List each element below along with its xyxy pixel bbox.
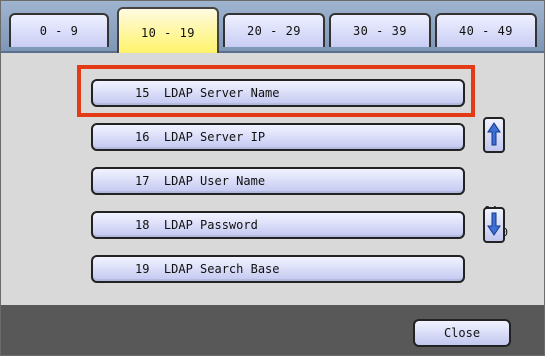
footer-bar: Close [1,305,544,355]
tab-30-39[interactable]: 30 - 39 [329,13,431,47]
close-label: Close [443,326,481,340]
item-ldap-search-base[interactable]: 19 LDAP Search Base [91,255,465,283]
item-ldap-user-name[interactable]: 17 LDAP User Name [91,167,465,195]
item-ldap-server-ip[interactable]: 16 LDAP Server IP [91,123,465,151]
arrow-up-icon [487,121,501,150]
tab-40-49[interactable]: 40 - 49 [435,13,537,47]
item-label: 16 LDAP Server IP [135,130,266,144]
tab-label: 40 - 49 [458,24,514,38]
scroll-down-button[interactable] [483,207,505,243]
tab-label: 0 - 9 [39,24,79,38]
tab-0-9[interactable]: 0 - 9 [9,13,109,47]
item-label: 15 LDAP Server Name [135,86,280,100]
item-ldap-server-name[interactable]: 15 LDAP Server Name [91,79,465,107]
item-ldap-password[interactable]: 18 LDAP Password [91,211,465,239]
close-button[interactable]: Close [413,319,511,347]
settings-panel: 0 - 9 10 - 19 20 - 29 30 - 39 40 - 49 15… [0,0,545,356]
item-list: 15 LDAP Server Name 16 LDAP Server IP 17… [1,53,544,305]
item-label: 17 LDAP User Name [135,174,266,188]
tab-label: 30 - 39 [352,24,408,38]
tab-label: 20 - 29 [246,24,302,38]
arrow-down-icon [487,211,501,240]
tab-label: 10 - 19 [140,26,196,40]
tab-10-19[interactable]: 10 - 19 [117,7,219,53]
tab-bar: 0 - 9 10 - 19 20 - 29 30 - 39 40 - 49 [1,1,544,53]
scroll-up-button[interactable] [483,117,505,153]
item-label: 19 LDAP Search Base [135,262,280,276]
item-label: 18 LDAP Password [135,218,258,232]
tab-20-29[interactable]: 20 - 29 [223,13,325,47]
